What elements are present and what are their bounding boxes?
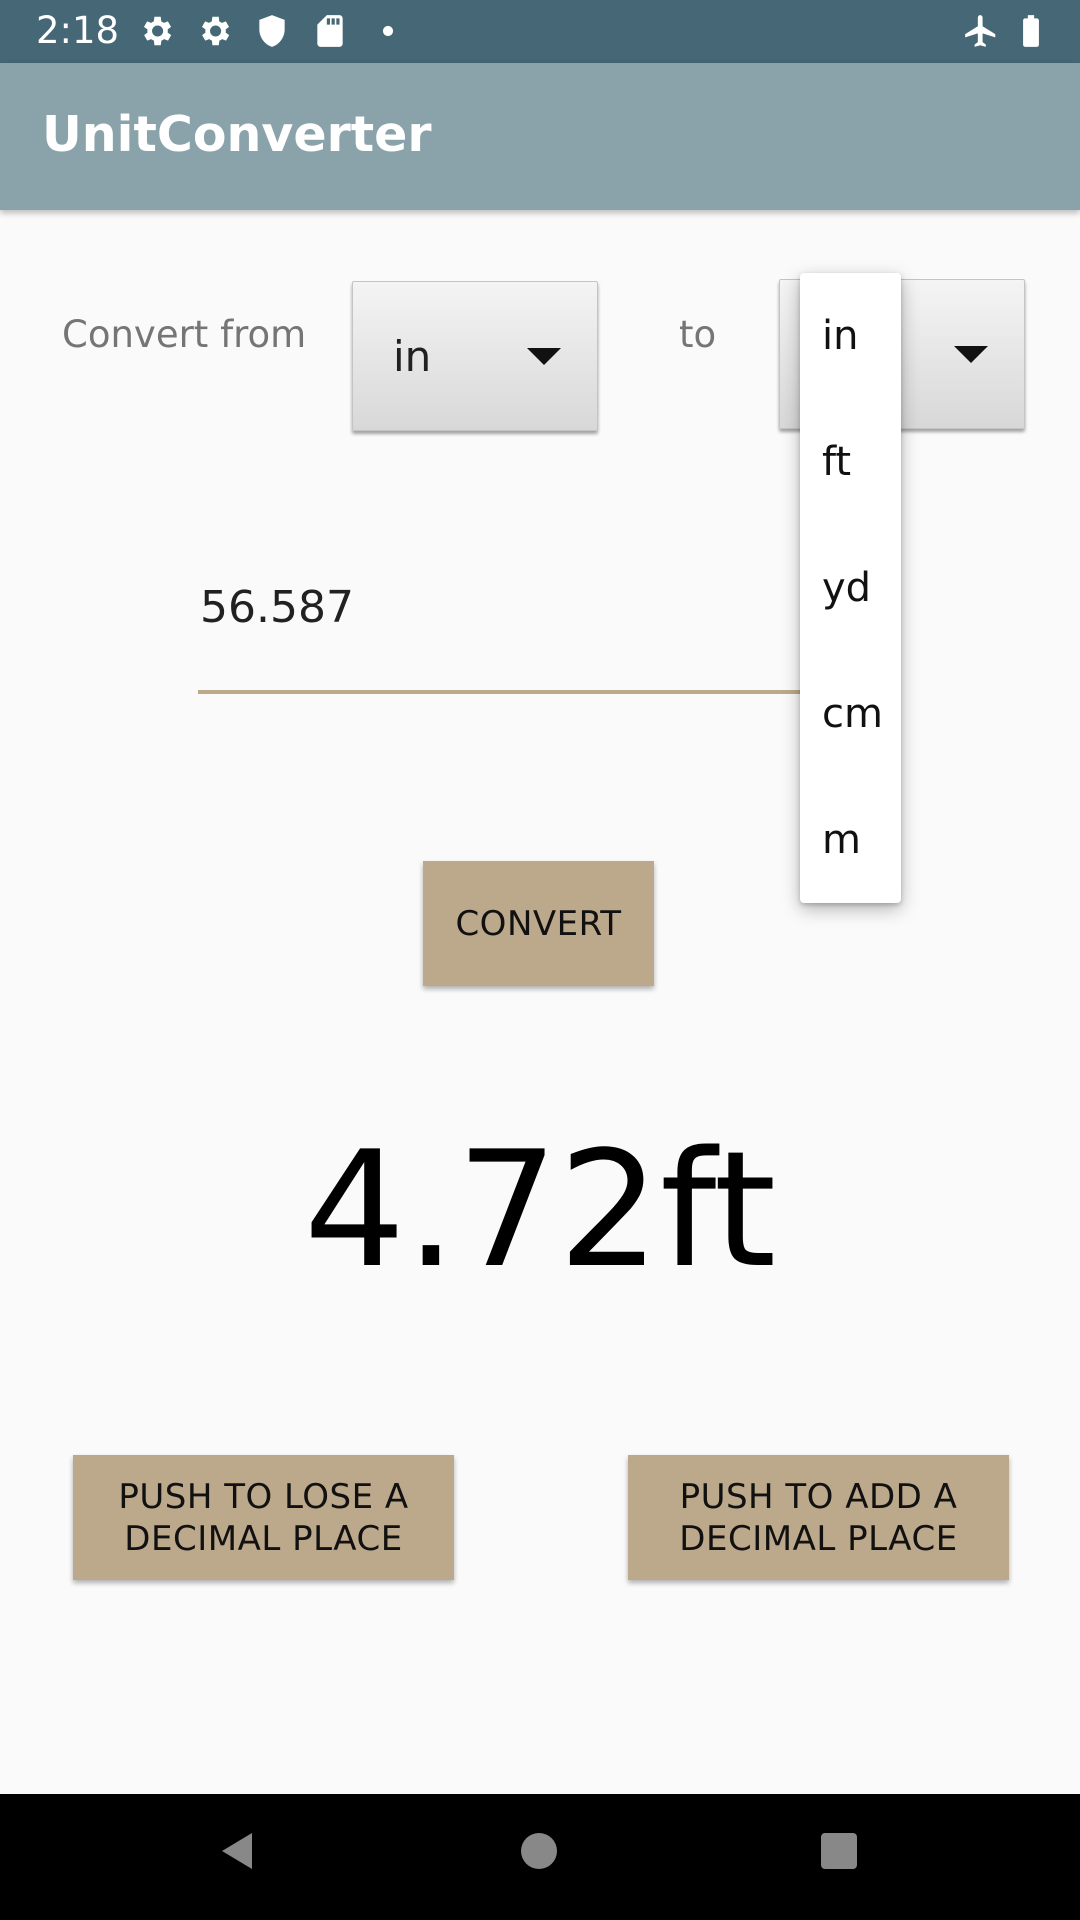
recents-icon[interactable]	[815, 1827, 863, 1875]
add-decimal-button[interactable]: PUSH TO ADD A DECIMAL PLACE	[628, 1455, 1009, 1580]
app-title: UnitConverter	[42, 106, 432, 163]
home-icon[interactable]	[515, 1827, 563, 1875]
unit-dropdown-menu: in ft yd cm m	[800, 273, 901, 903]
dot-icon	[382, 25, 394, 37]
app-bar: UnitConverter	[0, 63, 1080, 210]
back-icon[interactable]	[214, 1827, 262, 1875]
gear-icon	[201, 16, 230, 46]
dropdown-option-cm[interactable]: cm	[822, 689, 883, 739]
dropdown-option-m[interactable]: m	[822, 815, 861, 865]
lose-decimal-button[interactable]: PUSH TO LOSE A DECIMAL PLACE	[73, 1455, 454, 1580]
input-underline	[198, 690, 900, 694]
status-time: 2:18	[36, 9, 120, 52]
navigation-bar	[0, 1794, 1080, 1920]
dropdown-arrow-icon	[527, 348, 561, 365]
value-input[interactable]: 56.587	[200, 580, 354, 636]
dropdown-option-ft[interactable]: ft	[822, 437, 851, 487]
dropdown-option-in[interactable]: in	[822, 311, 858, 361]
gear-icon	[143, 16, 172, 46]
dropdown-arrow-icon	[954, 346, 988, 363]
convert-button[interactable]: CONVERT	[423, 861, 654, 986]
result-text: 4.72ft	[303, 1116, 777, 1303]
battery-icon	[1023, 15, 1039, 47]
from-unit-value: in	[393, 332, 432, 381]
sd-card-icon	[317, 15, 343, 47]
from-unit-spinner[interactable]: in	[352, 281, 598, 431]
status-bar: 2:18	[0, 0, 1080, 63]
dropdown-option-yd[interactable]: yd	[822, 563, 871, 613]
convert-from-label: Convert from	[62, 313, 307, 356]
airplane-icon	[965, 15, 996, 47]
to-label: to	[679, 313, 717, 356]
shield-icon	[259, 15, 285, 47]
